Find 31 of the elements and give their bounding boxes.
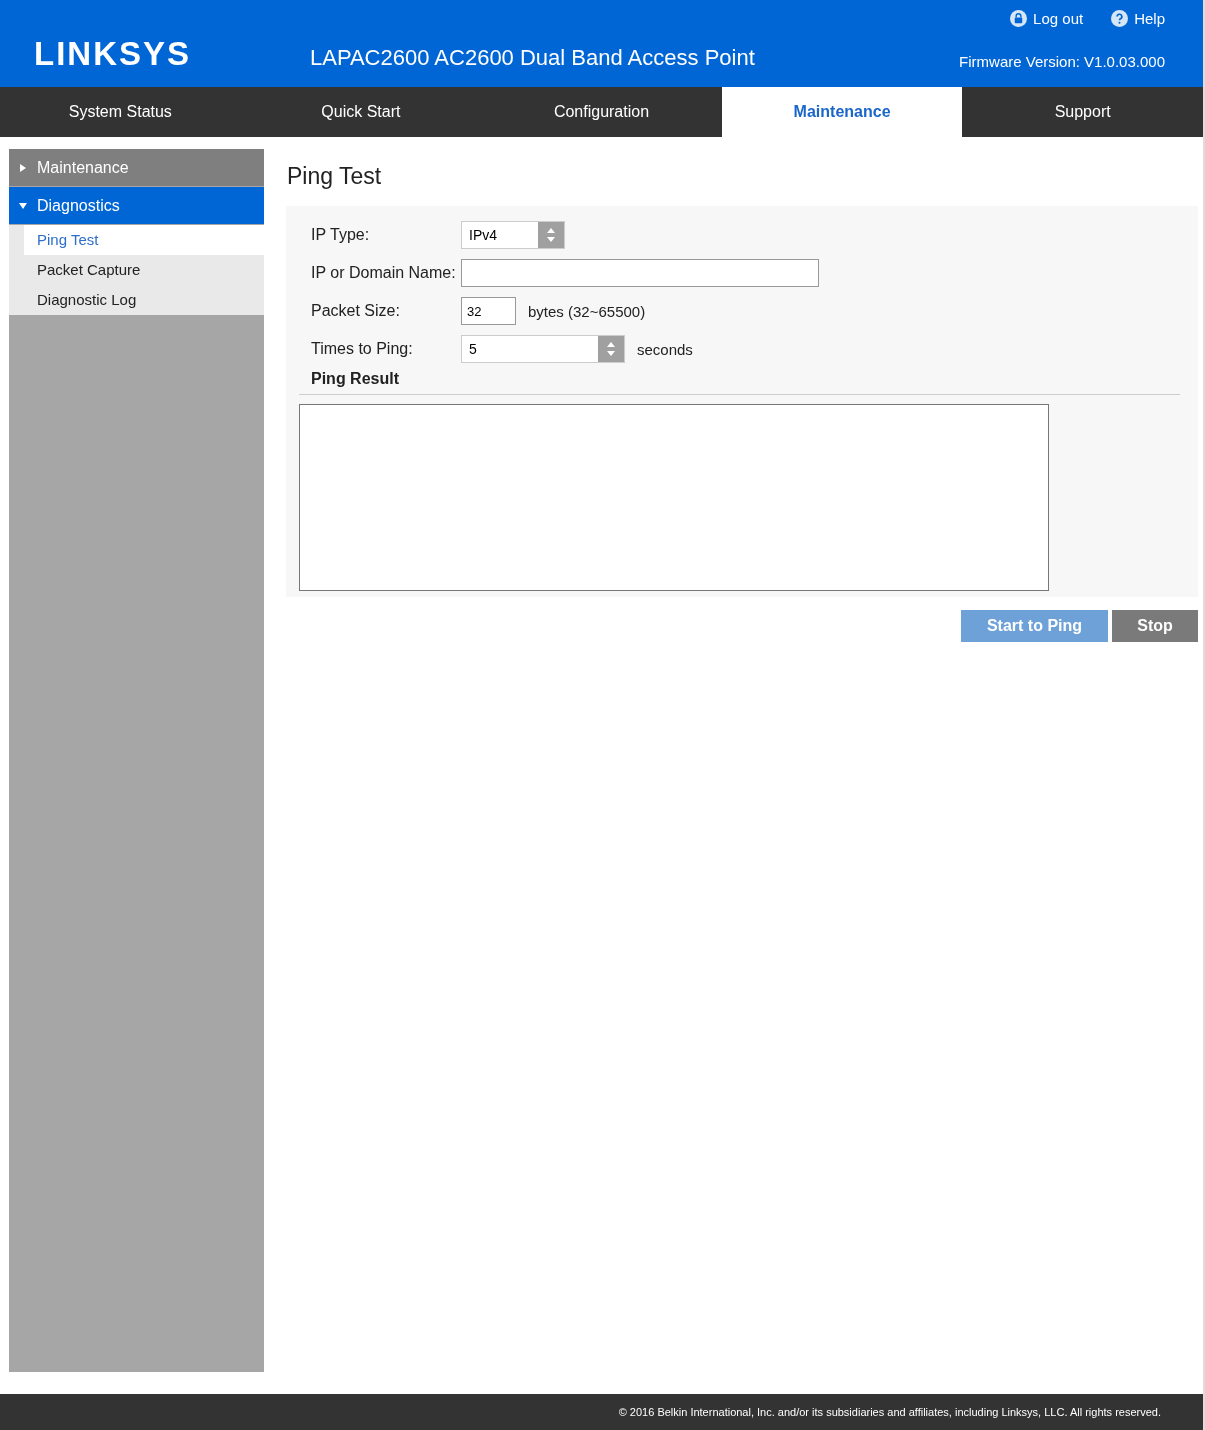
range-hint: bytes (32~65500)	[528, 302, 646, 320]
caret-down-icon	[19, 201, 27, 210]
sidebar-group[interactable]: Diagnostics	[9, 187, 264, 224]
field-label: IP Type:	[310, 226, 371, 244]
unit-label: seconds	[637, 340, 693, 358]
lock-icon	[1010, 10, 1028, 27]
ip-type-select[interactable]: IPv4	[461, 221, 565, 249]
times-spinner[interactable]: 5	[461, 335, 625, 363]
spinner-arrows-icon	[538, 222, 564, 248]
sidebar-item[interactable]: Ping Test	[24, 225, 264, 255]
packet-size-input[interactable]: 32	[461, 297, 516, 325]
spinner-arrows-icon	[598, 336, 624, 362]
help-icon	[1111, 10, 1129, 27]
field-label: Packet Size:	[310, 302, 401, 320]
sidebar-item[interactable]: Diagnostic Log	[24, 285, 264, 315]
domain-input[interactable]	[461, 259, 819, 287]
field-label: Times to Ping:	[310, 340, 414, 358]
page-title: Ping Test	[287, 163, 383, 190]
product-title: LAPAC2600 AC2600 Dual Band Access Point	[310, 45, 756, 71]
help-link[interactable]: Help	[1111, 10, 1165, 27]
stop-button[interactable]: Stop	[1112, 610, 1198, 642]
copyright-text: © 2016 Belkin International, Inc. and/or its subsidiaries and affiliates, including Linksys, LLC. All rights reserved.	[618, 1406, 1161, 1418]
logout-link[interactable]: Log out	[1010, 10, 1084, 27]
caret-right-icon	[19, 163, 27, 172]
firmware-version: Firmware Version: V1.0.03.000	[959, 53, 1165, 70]
section-heading: Ping Result	[310, 370, 400, 388]
nav-tab[interactable]: Maintenance	[721, 87, 963, 137]
field-label: IP or Domain Name:	[310, 264, 457, 282]
sidebar-item[interactable]: Packet Capture	[24, 255, 264, 285]
sidebar-group[interactable]: Maintenance	[9, 149, 264, 186]
logo: LINKSYS	[34, 35, 193, 73]
